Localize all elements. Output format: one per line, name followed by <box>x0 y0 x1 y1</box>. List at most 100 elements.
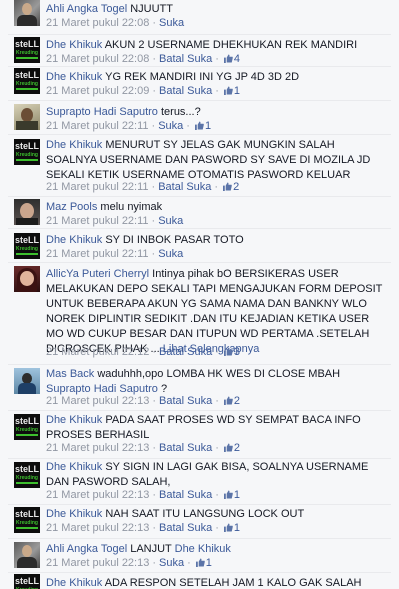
unlike-button[interactable]: Batal Suka <box>159 53 212 65</box>
comment-time[interactable]: 21 Maret pukul 22:13 <box>46 395 149 407</box>
like-count[interactable]: 1 <box>205 120 211 132</box>
comment-author[interactable]: Dhe Khikuk <box>46 234 102 246</box>
comment-time[interactable]: 21 Maret pukul 22:13 <box>46 522 149 534</box>
like-count[interactable]: 4 <box>234 53 240 65</box>
like-count[interactable]: 2 <box>234 442 240 454</box>
comment-text: terus...? <box>157 106 201 118</box>
comment-item: Ahli Angka Togel NJUUTT 21 Maret pukul 2… <box>0 0 399 35</box>
avatar[interactable]: steLLKreuding <box>14 37 40 63</box>
comment-text: NJUUTT <box>127 3 173 15</box>
avatar[interactable] <box>14 104 40 130</box>
comment-item: steLLKreuding Dhe Khikuk ADA RESPON SETE… <box>0 572 399 589</box>
avatar[interactable] <box>14 199 40 225</box>
avatar[interactable] <box>14 0 40 26</box>
comment-item: steLL Kreuding Dhe Khikuk MENURUT SY JELA… <box>0 134 399 197</box>
avatar[interactable]: steLLKreuding <box>14 68 40 94</box>
comment-author[interactable]: Maz Pools <box>46 201 97 213</box>
comment-author[interactable]: Suprapto Hadi Saputro <box>46 106 158 118</box>
comment-item: Maz Pools melu nyimak 21 Maret pukul 22:… <box>0 196 399 229</box>
comment-text: melu nyimak <box>97 201 163 213</box>
comment-item: Ahli Angka Togel LANJUT Dhe Khikuk 21 Ma… <box>0 538 399 573</box>
comment-author[interactable]: Dhe Khikuk <box>46 39 102 51</box>
comment-item: AllicYa Puteri Cherryl Intinya pihak bO … <box>0 262 399 365</box>
like-count[interactable]: 1 <box>234 522 240 534</box>
like-thumb-icon <box>223 396 233 405</box>
like-thumb-icon <box>223 347 233 356</box>
like-thumb-icon <box>223 182 232 191</box>
avatar[interactable] <box>14 542 40 568</box>
comment-text: NAH SAAT ITU LANGSUNG LOCK OUT <box>102 508 305 520</box>
unlike-button[interactable]: Batal Suka <box>159 522 212 534</box>
like-count[interactable]: 1 <box>234 85 240 97</box>
comment-time[interactable]: 21 Maret pukul 22:12 <box>46 346 149 358</box>
avatar[interactable]: steLLKreuding <box>14 414 40 440</box>
comment-text: YG REK MANDIRI INI YG JP 4D 3D 2D <box>102 71 300 83</box>
like-thumb-icon <box>194 121 204 130</box>
comment-author[interactable]: AllicYa Puteri Cherryl <box>46 268 149 280</box>
like-button[interactable]: Suka <box>158 120 183 132</box>
unlike-button[interactable]: Batal Suka <box>158 181 211 193</box>
comment-time[interactable]: 21 Maret pukul 22:08 <box>46 53 149 65</box>
like-button[interactable]: Suka <box>159 557 184 569</box>
like-button[interactable]: Suka <box>158 215 183 227</box>
comment-author[interactable]: Dhe Khikuk <box>46 577 102 589</box>
like-button[interactable]: Suka <box>158 248 183 260</box>
like-thumb-icon <box>195 558 205 567</box>
avatar[interactable]: steLLKreuding <box>14 507 40 533</box>
avatar[interactable]: steLLKreuding <box>14 574 40 589</box>
avatar[interactable] <box>14 368 40 394</box>
comment-author[interactable]: Ahli Angka Togel <box>46 543 127 555</box>
like-count[interactable]: 1 <box>234 489 240 501</box>
like-count[interactable]: 2 <box>234 395 240 407</box>
comment-text: Intinya pihak bO BERSIKERAS USER MELAKUK… <box>46 268 383 355</box>
tagged-user-link[interactable]: Suprapto Hadi Saputro <box>46 383 158 395</box>
avatar[interactable]: steLLKreuding <box>14 462 40 488</box>
comment-author[interactable]: Dhe Khikuk <box>46 414 102 426</box>
like-thumb-icon <box>223 490 233 499</box>
comment-item: steLL Kreuding Dhe Khikuk NAH SAAT ITU LA… <box>0 504 399 539</box>
comment-time[interactable]: 21 Maret pukul 22:08 <box>46 17 149 29</box>
comment-time[interactable]: 21 Maret pukul 22:11 <box>46 215 149 227</box>
avatar[interactable]: steLLKreuding <box>14 139 40 165</box>
like-thumb-icon <box>223 54 233 63</box>
comment-text-end: ? <box>157 383 168 395</box>
unlike-button[interactable]: Batal Suka <box>159 395 212 407</box>
comment-text: SY DI INBOK PASAR TOTO <box>102 234 244 246</box>
like-thumb-icon <box>223 86 233 95</box>
unlike-button[interactable]: Batal Suka <box>159 85 212 97</box>
comment-time[interactable]: 21 Maret pukul 22:13 <box>46 489 149 501</box>
comment-time[interactable]: 21 Maret pukul 22:11 <box>46 248 149 260</box>
comment-author[interactable]: Mas Back <box>46 368 94 380</box>
comment-author[interactable]: Dhe Khikuk <box>46 508 102 520</box>
comment-time[interactable]: 21 Maret pukul 22:09 <box>46 85 149 97</box>
comment-time[interactable]: 21 Maret pukul 22:13 <box>46 557 149 569</box>
unlike-button[interactable]: Batal Suka <box>159 489 212 501</box>
comment-time[interactable]: 21 Maret pukul 22:11 <box>46 120 149 132</box>
comment-time[interactable]: 21 Maret pukul 22:11 <box>46 181 149 193</box>
comment-text: waduhhh,opo LOMBA HK WES DI CLOSE MBAH <box>94 368 341 380</box>
like-count[interactable]: 2 <box>233 181 239 193</box>
avatar[interactable] <box>14 266 40 292</box>
comment-author[interactable]: Ahli Angka Togel <box>46 3 127 15</box>
comment-item: steLL Kreuding Dhe Khikuk SY SIGN IN LAGI… <box>0 458 399 505</box>
like-count[interactable]: 1 <box>206 557 212 569</box>
like-button[interactable]: Suka <box>159 17 184 29</box>
comment-author[interactable]: Dhe Khikuk <box>46 461 102 473</box>
comment-item: steLL Kreuding Dhe Khikuk AKUN 2 USERNAME… <box>0 34 399 67</box>
like-thumb-icon <box>223 523 233 532</box>
comment-time[interactable]: 21 Maret pukul 22:13 <box>46 442 149 454</box>
comment-text: LANJUT <box>127 543 175 555</box>
unlike-button[interactable]: Batal Suka <box>159 346 212 358</box>
unlike-button[interactable]: Batal Suka <box>159 442 212 454</box>
comment-author[interactable]: Dhe Khikuk <box>46 139 102 151</box>
comment-item: Suprapto Hadi Saputro terus...? 21 Maret… <box>0 100 399 135</box>
comment-text: ADA RESPON SETELAH JAM 1 KALO GAK SALAH <box>102 577 362 589</box>
comment-text: AKUN 2 USERNAME DHEKHUKAN REK MANDIRI <box>102 39 358 51</box>
avatar[interactable]: steLLKreuding <box>14 233 40 259</box>
comment-item: Mas Back waduhhh,opo LOMBA HK WES DI CLO… <box>0 364 399 411</box>
like-count[interactable]: 3 <box>234 346 240 358</box>
tagged-user-link[interactable]: Dhe Khikuk <box>175 543 231 555</box>
comment-author[interactable]: Dhe Khikuk <box>46 71 102 83</box>
comment-item: steLL Kreuding Dhe Khikuk SY DI INBOK PAS… <box>0 228 399 263</box>
comment-item: steLL Kreuding Dhe Khikuk YG REK MANDIRI … <box>0 66 399 101</box>
